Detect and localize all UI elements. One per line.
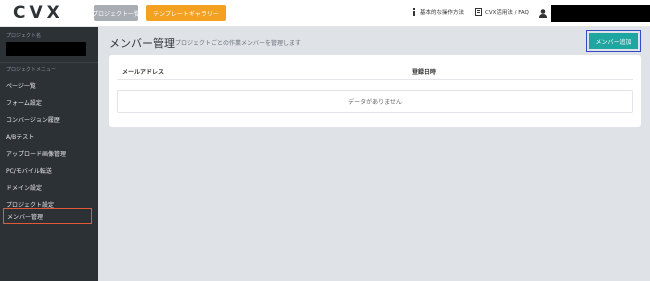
- add-member-button[interactable]: メンバー追加: [589, 33, 638, 49]
- page-subtitle: プロジェクトごとの作業メンバーを管理します: [175, 40, 301, 47]
- sidebar-item-pages[interactable]: ページ一覧: [6, 79, 92, 91]
- column-header-email: メールアドレス: [122, 69, 165, 76]
- sidebar-item-images[interactable]: アップロード画像管理: [6, 147, 92, 159]
- page-title: メンバー管理: [109, 37, 175, 50]
- projects-list-button[interactable]: プロジェクト一覧: [92, 5, 140, 21]
- project-name-label: プロジェクト名: [6, 33, 42, 39]
- logo-letter-c: C: [13, 3, 27, 23]
- project-menu-label: プロジェクトメニュー: [6, 67, 57, 73]
- top-bar: C V X プロジェクト一覧 テンプレートギャラリー 基本的な操作方法 CVX活…: [0, 0, 650, 27]
- template-gallery-button[interactable]: テンプレートギャラリー: [146, 5, 226, 21]
- faq-link-label: CVX活用法 / FAQ: [485, 10, 529, 16]
- sidebar-item-device-transfer[interactable]: PC/モバイル転送: [6, 164, 92, 176]
- project-name-redacted: [6, 42, 86, 56]
- user-name-redacted: [551, 5, 650, 22]
- logo-letter-v: V: [29, 3, 44, 23]
- user-icon: [539, 9, 547, 18]
- sidebar-item-members[interactable]: メンバー管理: [3, 208, 92, 224]
- help-link-label: 基本的な操作方法: [420, 10, 465, 16]
- header-divider: [117, 79, 633, 80]
- user-menu[interactable]: ▾: [539, 5, 650, 22]
- empty-message: データがありません: [348, 99, 402, 106]
- sidebar: プロジェクト名 プロジェクトメニュー ページ一覧 フォーム設定 コンバージョン履…: [0, 27, 98, 281]
- members-table: メールアドレス 登録日時 データがありません: [109, 55, 641, 127]
- cvx-logo[interactable]: C V X: [13, 3, 61, 23]
- faq-link[interactable]: CVX活用法 / FAQ: [475, 8, 529, 16]
- faq-doc-icon: [475, 8, 482, 16]
- column-header-registered: 登録日時: [412, 69, 437, 76]
- empty-state: データがありません: [117, 90, 633, 113]
- logo-letter-x: X: [46, 3, 61, 23]
- sidebar-item-forms[interactable]: フォーム設定: [6, 96, 92, 108]
- info-book-icon: [413, 8, 415, 16]
- sidebar-item-domain[interactable]: ドメイン設定: [6, 181, 92, 193]
- sidebar-item-ab-test[interactable]: A/Bテスト: [6, 130, 92, 142]
- help-link[interactable]: 基本的な操作方法: [411, 8, 464, 16]
- sidebar-item-conversions[interactable]: コンバージョン履歴: [6, 113, 92, 125]
- add-member-highlight: メンバー追加: [586, 30, 641, 52]
- sidebar-divider: [0, 62, 98, 63]
